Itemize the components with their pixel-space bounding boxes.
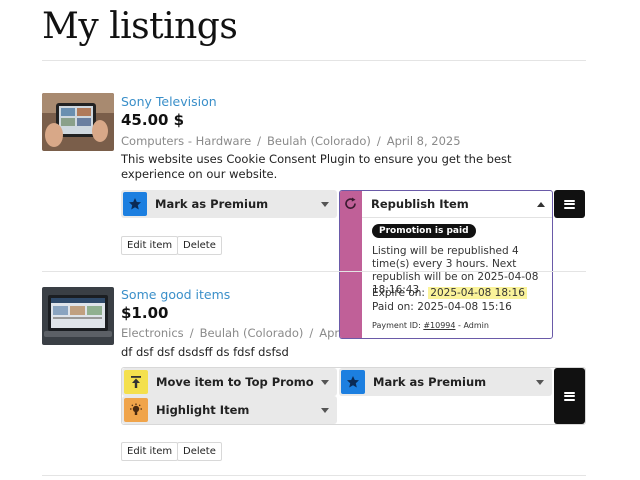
move-top-promo-label: Move item to Top Promo [156, 375, 314, 389]
paid-value: 2025-04-08 15:16 [417, 301, 512, 313]
edit-item-button[interactable]: Edit item [121, 442, 179, 461]
delete-button[interactable]: Delete [177, 236, 222, 255]
star-icon [341, 370, 365, 394]
menu-icon [564, 199, 575, 209]
menu-icon [564, 391, 575, 401]
listing-description: This website uses Cookie Consent Plugin … [121, 152, 512, 181]
republish-item-panel[interactable]: Republish Item Promotion is paid Listing… [339, 190, 553, 339]
listing-date: April 8, 2 [319, 326, 339, 340]
listing-category: Electronics [121, 326, 184, 340]
chevron-down-icon [321, 379, 329, 385]
chevron-up-icon [537, 201, 545, 207]
listing-location: Beulah (Colorado) [199, 326, 304, 340]
listing-date: April 8, 2025 [386, 134, 461, 148]
promotion-paid-badge: Promotion is paid [372, 224, 476, 238]
listing-description: df dsf dsf dsdsff ds fdsf dsfsd [121, 345, 289, 359]
listing-thumbnail[interactable] [42, 93, 114, 151]
mark-premium-label: Mark as Premium [155, 197, 269, 211]
star-icon [123, 192, 147, 216]
expire-label: Expire on: [372, 287, 425, 299]
move-top-promo-dropdown[interactable]: Move item to Top Promo [122, 368, 337, 396]
payment-id-link[interactable]: #10994 [423, 321, 455, 330]
payment-line: Payment ID: #10994 - Admin [372, 321, 489, 330]
listing-category: Computers - Hardware [121, 134, 252, 148]
listing-price: 45.00 $ [121, 111, 185, 129]
page-title: My listings [42, 6, 238, 47]
listing-thumbnail[interactable] [42, 287, 114, 345]
upload-icon [124, 370, 148, 394]
listing-menu-button[interactable] [554, 190, 585, 218]
republish-item-header[interactable]: Republish Item [362, 191, 552, 218]
expire-line: Expire on: 2025-04-08 18:16 [372, 287, 550, 300]
listing-meta: Electronics/Beulah (Colorado)/April 8, 2 [121, 326, 339, 340]
listing-title[interactable]: Some good items [121, 287, 230, 302]
divider [42, 271, 586, 272]
listing-menu-button[interactable] [554, 368, 585, 424]
chevron-down-icon [321, 201, 329, 207]
paid-line: Paid on: 2025-04-08 15:16 [372, 301, 550, 314]
divider [42, 60, 586, 61]
edit-item-button[interactable]: Edit item [121, 236, 179, 255]
paid-label: Paid on: [372, 301, 414, 313]
delete-button[interactable]: Delete [177, 442, 222, 461]
highlight-item-label: Highlight Item [156, 403, 250, 417]
lightbulb-icon [124, 398, 148, 422]
mark-premium-label: Mark as Premium [373, 375, 487, 389]
chevron-down-icon [536, 379, 544, 385]
mark-premium-dropdown[interactable]: Mark as Premium [121, 190, 337, 218]
redo-icon [345, 197, 356, 209]
divider [42, 475, 586, 476]
payment-label: Payment ID: [372, 321, 421, 330]
listing-title[interactable]: Sony Television [121, 94, 217, 109]
listing-location: Beulah (Colorado) [267, 134, 371, 148]
payment-suffix: - Admin [458, 321, 489, 330]
republish-item-label: Republish Item [371, 197, 469, 211]
highlight-item-dropdown[interactable]: Highlight Item [122, 396, 337, 424]
listing-meta: Computers - Hardware / Beulah (Colorado) / A… [121, 134, 461, 148]
expire-value: 2025-04-08 18:16 [428, 287, 527, 299]
mark-premium-dropdown[interactable]: Mark as Premium [339, 368, 552, 396]
chevron-down-icon [321, 407, 329, 413]
republish-stripe [340, 191, 362, 338]
listing-price: $1.00 [121, 304, 169, 322]
